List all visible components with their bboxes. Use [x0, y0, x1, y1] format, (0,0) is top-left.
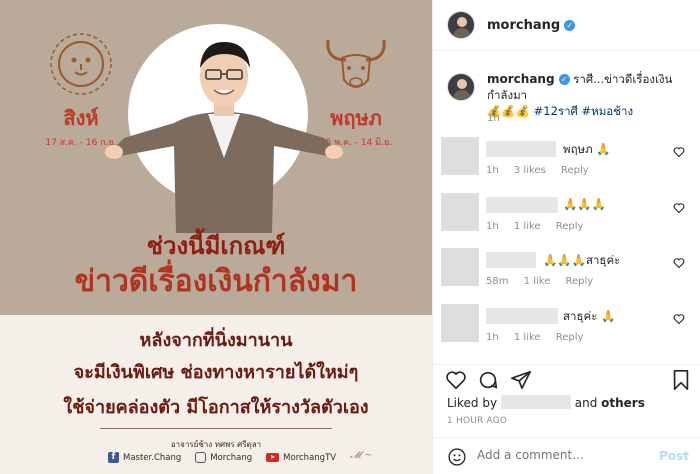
comment-meta: 1h 1 like Reply — [486, 221, 595, 232]
body-line-1: หลังจากที่นิ่งมานาน — [139, 330, 293, 351]
youtube-icon — [266, 453, 280, 462]
comment-avatar[interactable] — [441, 137, 479, 175]
comment-reply-button[interactable]: Reply — [566, 276, 594, 287]
likes-summary: Liked by and others — [447, 395, 645, 410]
heart-icon[interactable] — [673, 313, 685, 325]
comment-likes[interactable]: 3 likes — [514, 165, 546, 176]
comment-meta: 1h 1 like Reply — [486, 332, 595, 343]
youtube-handle: MorchangTV — [266, 453, 336, 463]
comment-reply-button[interactable]: Reply — [556, 221, 584, 232]
instagram-icon — [195, 452, 207, 463]
comment-input[interactable] — [477, 448, 657, 462]
post-actions — [433, 364, 700, 396]
caption-avatar[interactable] — [447, 73, 475, 101]
heart-icon[interactable] — [673, 202, 685, 214]
emoji-smiley-icon[interactable] — [447, 447, 467, 467]
list-item: สาธุค่ะ 🙏 1h 1 like Reply — [441, 304, 699, 352]
headline-secondary: ข่าวดีเรื่องเงินกำลังมา — [74, 264, 358, 299]
handwritten-signature: 𝓜 ~ — [350, 450, 373, 461]
avatar[interactable] — [447, 11, 475, 39]
liker-username-redacted[interactable] — [500, 395, 571, 409]
comment-username-redacted[interactable] — [486, 141, 556, 157]
body-line-3: ใช้จ่ายคล่องตัว มีโอกาสให้รางวัลตัวเอง — [63, 397, 369, 418]
comments-scroll-area[interactable]: morchang ✓ ราศี...ข่าวดีเรื่องเงินกำลังมา… — [433, 51, 700, 364]
instagram-handle-text: Morchang — [210, 452, 253, 463]
post-timestamp[interactable]: 1 HOUR AGO — [447, 416, 507, 426]
post-image[interactable]: สิงห์ 17 ส.ค. - 16 ก.ย. พฤษภ 15 พ.ค. - 1… — [0, 0, 432, 474]
comment-time[interactable]: 58m — [486, 276, 508, 287]
likes-others-link[interactable]: others — [601, 396, 645, 410]
list-item: 🙏🙏🙏 1h 1 like Reply — [441, 193, 699, 241]
add-comment-bar: Post — [433, 437, 700, 474]
comment-likes[interactable]: 1 like — [524, 276, 551, 287]
caption-text: morchang ✓ ราศี...ข่าวดีเรื่องเงินกำลังมา… — [487, 71, 697, 119]
comment-bubble-icon[interactable] — [477, 369, 499, 391]
share-paper-plane-icon[interactable] — [510, 369, 532, 391]
comment-username-redacted[interactable] — [486, 197, 558, 213]
post-side-panel: morchang ✓ morchang ✓ ราศี...ข่าวดีเรื่องเ… — [432, 0, 700, 474]
comment-likes[interactable]: 1 like — [514, 332, 541, 343]
comment-reply-button[interactable]: Reply — [561, 165, 589, 176]
post-username[interactable]: morchang ✓ — [487, 18, 576, 33]
comment-username-redacted[interactable] — [486, 252, 536, 268]
comment-avatar[interactable] — [441, 248, 479, 286]
astrologer-photo — [105, 42, 343, 233]
heart-icon[interactable] — [673, 257, 685, 269]
post-comment-button[interactable]: Post — [659, 449, 689, 463]
comment-text: สาธุค่ะ 🙏 — [563, 309, 616, 323]
comment-time[interactable]: 1h — [486, 165, 499, 176]
comment-text: 🙏🙏🙏สาธุค่ะ — [543, 253, 621, 267]
body-line-2: จะมีเงินพิเศษ ช่องทางหารายได้ใหม่ๆ — [73, 362, 359, 383]
facebook-handle-text: Master.Chang — [123, 452, 182, 463]
image-divider — [100, 428, 332, 429]
caption-username[interactable]: morchang — [487, 72, 555, 86]
comment-avatar[interactable] — [441, 304, 479, 342]
comment-meta: 1h 3 likes Reply — [486, 165, 601, 176]
post-header: morchang ✓ — [433, 0, 700, 51]
comment-avatar[interactable] — [441, 193, 479, 231]
comment-reply-button[interactable]: Reply — [556, 332, 584, 343]
heart-icon[interactable] — [673, 146, 685, 158]
list-item: 🙏🙏🙏สาธุค่ะ 58m 1 like Reply — [441, 248, 699, 296]
comment-meta: 58m 1 like Reply — [486, 276, 605, 287]
facebook-icon: f — [108, 452, 119, 463]
bookmark-icon[interactable] — [671, 369, 691, 391]
youtube-handle-text: MorchangTV — [283, 452, 337, 463]
facebook-handle: f Master.Chang — [108, 452, 181, 463]
verified-badge-icon: ✓ — [558, 74, 570, 85]
list-item: พฤษภ 🙏 1h 3 likes Reply — [441, 137, 699, 185]
comment-username-redacted[interactable] — [486, 308, 558, 324]
instagram-handle: Morchang — [195, 452, 252, 463]
likes-prefix: Liked by — [447, 396, 498, 410]
comment-text: พฤษภ 🙏 — [563, 142, 611, 156]
caption-time[interactable]: 1h — [487, 113, 500, 124]
like-heart-icon[interactable] — [445, 369, 467, 391]
caption-hashtags[interactable]: #12ราศี #หมอช้าง — [534, 104, 633, 118]
comment-likes[interactable]: 1 like — [514, 221, 541, 232]
likes-suffix: and — [574, 396, 598, 410]
comment-time[interactable]: 1h — [486, 332, 499, 343]
comment-text: 🙏🙏🙏 — [563, 197, 606, 211]
social-handles: f Master.Chang Morchang MorchangTV — [108, 452, 336, 463]
verified-badge-icon: ✓ — [564, 19, 576, 31]
comment-time[interactable]: 1h — [486, 221, 499, 232]
post-username-text[interactable]: morchang — [487, 18, 560, 33]
